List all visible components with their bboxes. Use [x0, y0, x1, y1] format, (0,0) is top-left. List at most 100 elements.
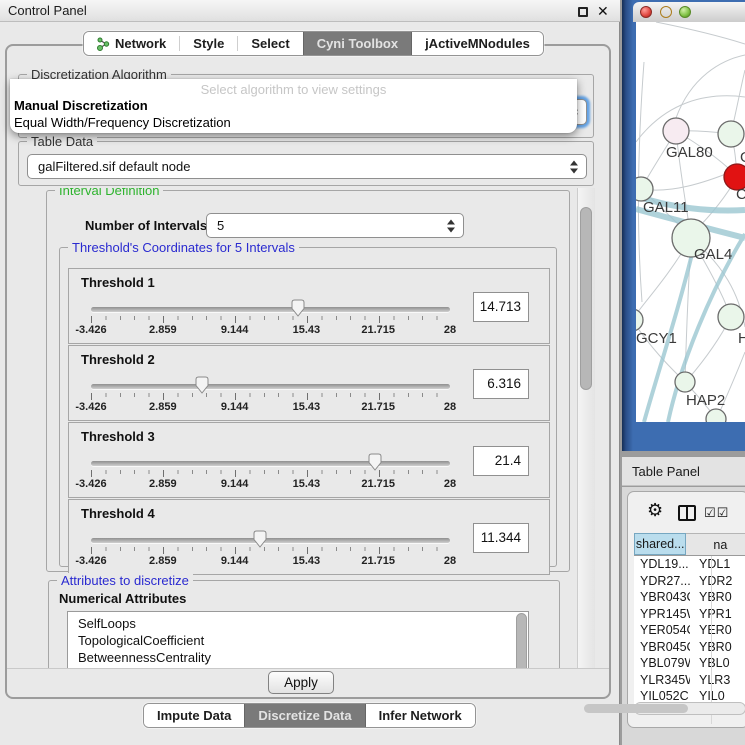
- table-row[interactable]: YBR043CYBR0: [634, 589, 745, 606]
- table-row[interactable]: YDR27...YDR2: [634, 573, 745, 590]
- threshold-1-value-field[interactable]: 14.713: [473, 292, 529, 322]
- tab-impute-data-label: Impute Data: [157, 708, 231, 723]
- node-top-right[interactable]: [718, 121, 744, 147]
- number-of-intervals-combobox[interactable]: 5: [206, 213, 464, 238]
- tab-select[interactable]: Select: [238, 32, 302, 55]
- list-item[interactable]: BetweennessCentrality: [68, 649, 528, 666]
- node-gal11[interactable]: [636, 177, 653, 201]
- threshold-2-slider-track[interactable]: [91, 384, 450, 389]
- threshold-3-value-field[interactable]: 21.4: [473, 446, 529, 476]
- bottom-tabbar: Impute Data Discretize Data Infer Networ…: [143, 703, 476, 728]
- threshold-2-value-field[interactable]: 6.316: [473, 369, 529, 399]
- cell-name[interactable]: YER0: [690, 623, 745, 637]
- table-row[interactable]: YPR145WYPR1: [634, 606, 745, 623]
- combo-arrows-icon: [570, 160, 578, 173]
- cell-name[interactable]: YLR3: [690, 673, 745, 687]
- close-traffic-light-icon[interactable]: [640, 6, 652, 18]
- number-of-intervals-value: 5: [217, 214, 224, 237]
- tick-label: 28: [444, 555, 456, 567]
- cell-shared[interactable]: YER054C: [634, 623, 690, 637]
- table-data-combobox[interactable]: galFiltered.sif default node: [27, 154, 587, 179]
- algorithm-option-equal-width[interactable]: Equal Width/Frequency Discretization: [14, 115, 231, 130]
- threshold-1-slider-track[interactable]: [91, 307, 450, 312]
- table-row[interactable]: YDL19...YDL1: [634, 556, 745, 573]
- tick-label: 21.715: [361, 478, 395, 490]
- tab-infer-network[interactable]: Infer Network: [366, 704, 475, 727]
- tick-label: 9.144: [221, 555, 249, 567]
- node-label-gal80: GAL80: [666, 144, 713, 161]
- tab-discretize-data[interactable]: Discretize Data: [244, 704, 365, 727]
- table-row[interactable]: YLR345WYLR3: [634, 672, 745, 689]
- table-row[interactable]: YBL079WYBL0: [634, 655, 745, 672]
- minimize-traffic-light-icon[interactable]: [660, 6, 672, 18]
- tab-impute-data[interactable]: Impute Data: [144, 704, 244, 727]
- cell-name[interactable]: YBL0: [690, 656, 745, 670]
- zoom-traffic-light-icon[interactable]: [679, 6, 691, 18]
- column-header-name[interactable]: na: [686, 533, 745, 555]
- table-data-title: Table Data: [27, 134, 97, 149]
- table-row[interactable]: YER054CYER0: [634, 622, 745, 639]
- tick-label: 9.144: [221, 478, 249, 490]
- threshold-4-label: Threshold 4: [81, 506, 155, 521]
- cell-name[interactable]: YBR0: [690, 640, 745, 654]
- cell-shared[interactable]: YDR27...: [634, 574, 690, 588]
- gear-icon[interactable]: ⚙: [647, 500, 663, 521]
- control-panel-title: Control Panel: [8, 0, 87, 22]
- control-panel-tabbar: Network Style Select Cyni Toolbox jActiv…: [83, 31, 544, 56]
- network-viewport[interactable]: GAL80 G C GAL11 GAL4 GCY1 H HAP2: [636, 22, 745, 422]
- table-row[interactable]: YBR045CYBR0: [634, 639, 745, 656]
- network-graph: GAL80 G C GAL11 GAL4 GCY1 H HAP2: [636, 22, 745, 422]
- cell-shared[interactable]: YBR045C: [634, 640, 690, 654]
- column-divider: [711, 556, 712, 724]
- list-item[interactable]: SelfLoops: [68, 612, 528, 632]
- control-panel-titlebar: Control Panel: [0, 0, 620, 22]
- table-hscrollbar-track[interactable]: [634, 702, 745, 715]
- cell-shared[interactable]: YDL19...: [634, 557, 690, 571]
- node-gcy1[interactable]: [636, 309, 643, 331]
- cell-shared[interactable]: YLR345W: [634, 673, 690, 687]
- tab-network[interactable]: Network: [84, 32, 179, 55]
- slider-major-ticks: [91, 470, 451, 477]
- threshold-3-slider-track[interactable]: [91, 461, 450, 466]
- divider: [7, 668, 609, 669]
- cell-shared[interactable]: YBL079W: [634, 656, 690, 670]
- threshold-1-panel: Threshold 1 -3.426 2.859 9.144 1: [68, 268, 550, 344]
- node-gal80[interactable]: [663, 118, 689, 144]
- tab-discretize-data-label: Discretize Data: [258, 708, 351, 723]
- split-columns-icon[interactable]: [678, 505, 696, 521]
- settings-scrollbar-track[interactable]: [577, 188, 595, 668]
- close-icon[interactable]: ✕: [597, 2, 609, 20]
- apply-button[interactable]: Apply: [268, 671, 334, 694]
- thresholds-group: Threshold's Coordinates for 5 Intervals …: [59, 247, 557, 567]
- cell-shared[interactable]: YPR145W: [634, 607, 690, 621]
- table-hscrollbar-thumb[interactable]: [584, 704, 688, 713]
- cell-name[interactable]: YPR1: [690, 607, 745, 621]
- thresholds-group-title: Threshold's Coordinates for 5 Intervals: [68, 240, 299, 255]
- node-bottom[interactable]: [706, 409, 726, 422]
- cell-name[interactable]: YBR0: [690, 590, 745, 604]
- node-hap2[interactable]: [675, 372, 695, 392]
- tick-label: 28: [444, 324, 456, 336]
- tab-style[interactable]: Style: [180, 32, 237, 55]
- tab-jactivemnodules-label: jActiveMNodules: [425, 36, 530, 51]
- threshold-4-value-field[interactable]: 11.344: [473, 523, 529, 553]
- node-h-right[interactable]: [718, 304, 744, 330]
- threshold-4-slider-track[interactable]: [91, 538, 450, 543]
- cell-name[interactable]: YDL1: [690, 557, 745, 571]
- tick-label: 2.859: [149, 555, 177, 567]
- float-window-icon[interactable]: [578, 7, 588, 17]
- settings-scrollbar-thumb[interactable]: [580, 207, 592, 390]
- threshold-1-label: Threshold 1: [81, 275, 155, 290]
- slider-tick-labels: -3.426 2.859 9.144 15.43 21.715 28: [91, 555, 450, 568]
- list-scrollbar[interactable]: [516, 613, 527, 668]
- algorithm-option-manual[interactable]: Manual Discretization: [14, 98, 148, 113]
- column-header-shared-name[interactable]: shared...: [634, 533, 686, 555]
- cell-name[interactable]: YDR2: [690, 574, 745, 588]
- list-item[interactable]: TopologicalCoefficient: [68, 632, 528, 649]
- checkbox-icons[interactable]: ☑☑: [704, 505, 729, 521]
- combo-arrows-icon: [447, 219, 455, 232]
- tab-jactivemnodules[interactable]: jActiveMNodules: [412, 32, 543, 55]
- cell-shared[interactable]: YBR043C: [634, 590, 690, 604]
- tick-label: 9.144: [221, 324, 249, 336]
- tab-cyni-toolbox[interactable]: Cyni Toolbox: [303, 32, 412, 55]
